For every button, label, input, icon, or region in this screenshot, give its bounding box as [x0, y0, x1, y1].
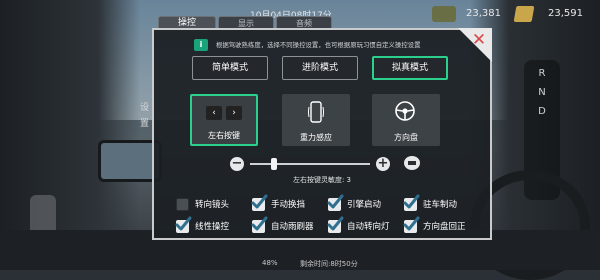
checkbox-checked-icon[interactable] — [175, 216, 192, 233]
option-label: 线性操控 — [195, 222, 230, 232]
gold-icon — [513, 6, 535, 22]
plus-icon[interactable]: + — [376, 157, 390, 171]
checkbox-checked-icon[interactable] — [251, 216, 268, 233]
cash-icon — [432, 6, 456, 22]
bottom-bar: 48% 剩余时间:8时50分 — [0, 256, 600, 270]
control-card-wheel[interactable]: 方向盘 — [372, 94, 440, 146]
info-icon: i — [194, 39, 208, 51]
left-arrow-icon: ‹ — [206, 106, 222, 120]
mode-advanced-button[interactable]: 进阶模式 — [282, 56, 358, 80]
mode-realistic-button[interactable]: 拟真模式 — [372, 56, 448, 80]
gear-d: D — [538, 106, 546, 117]
control-card-gravity[interactable]: 重力感应 — [282, 94, 350, 146]
option-label: 引擎启动 — [347, 200, 382, 210]
money-amount-2: 23,591 — [548, 8, 583, 19]
checkbox-unchecked-icon[interactable] — [176, 198, 189, 211]
info-text: 根据驾驶熟练度，选择不同操控设置，也可根据原玩习惯自定义操控设置 — [216, 41, 421, 49]
mode-simple-button[interactable]: 简单模式 — [192, 56, 268, 80]
phone-tilt-icon — [308, 101, 324, 123]
checkbox-checked-icon[interactable] — [327, 194, 344, 211]
settings-panel: ✕ i 根据驾驶熟练度，选择不同操控设置，也可根据原玩习惯自定义操控设置 简单模… — [152, 28, 492, 240]
control-card-buttons[interactable]: ‹ › 左右按键 — [190, 94, 258, 146]
option-label: 自动雨刷器 — [271, 222, 314, 232]
slider-thumb[interactable] — [271, 158, 277, 170]
checkbox-checked-icon[interactable] — [403, 194, 420, 211]
settings-side-label: 设置 — [140, 103, 150, 129]
slider-track[interactable] — [250, 158, 370, 170]
control-label: 方向盘 — [394, 133, 418, 142]
bottom-item-2: 剩余时间:8时50分 — [300, 260, 358, 268]
control-label: 左右按键 — [208, 131, 240, 140]
option-label: 驻车制动 — [423, 200, 458, 210]
steering-wheel-icon — [395, 101, 415, 121]
checkbox-checked-icon[interactable] — [327, 216, 344, 233]
control-label: 重力感应 — [300, 133, 332, 142]
gear-r: R — [538, 68, 546, 79]
money-amount-1: 23,381 — [466, 8, 501, 19]
option-label: 方向盘回正 — [423, 222, 466, 232]
gear-n: N — [538, 87, 546, 98]
checkbox-checked-icon[interactable] — [251, 194, 268, 211]
bottom-item-1: 48% — [262, 259, 278, 267]
option-label: 手动换挡 — [271, 200, 306, 210]
option-label: 自动转向灯 — [347, 222, 390, 232]
minus-icon[interactable]: − — [230, 157, 244, 171]
option-label: 转向镜头 — [195, 200, 230, 210]
close-icon[interactable]: ✕ — [470, 31, 488, 49]
slider-end-icon[interactable] — [404, 156, 420, 170]
checkbox-checked-icon[interactable] — [403, 216, 420, 233]
sensitivity-slider[interactable]: − + — [230, 156, 390, 174]
sensitivity-label: 左右按键灵敏度: 3 — [292, 176, 352, 184]
right-arrow-icon: › — [226, 106, 242, 120]
